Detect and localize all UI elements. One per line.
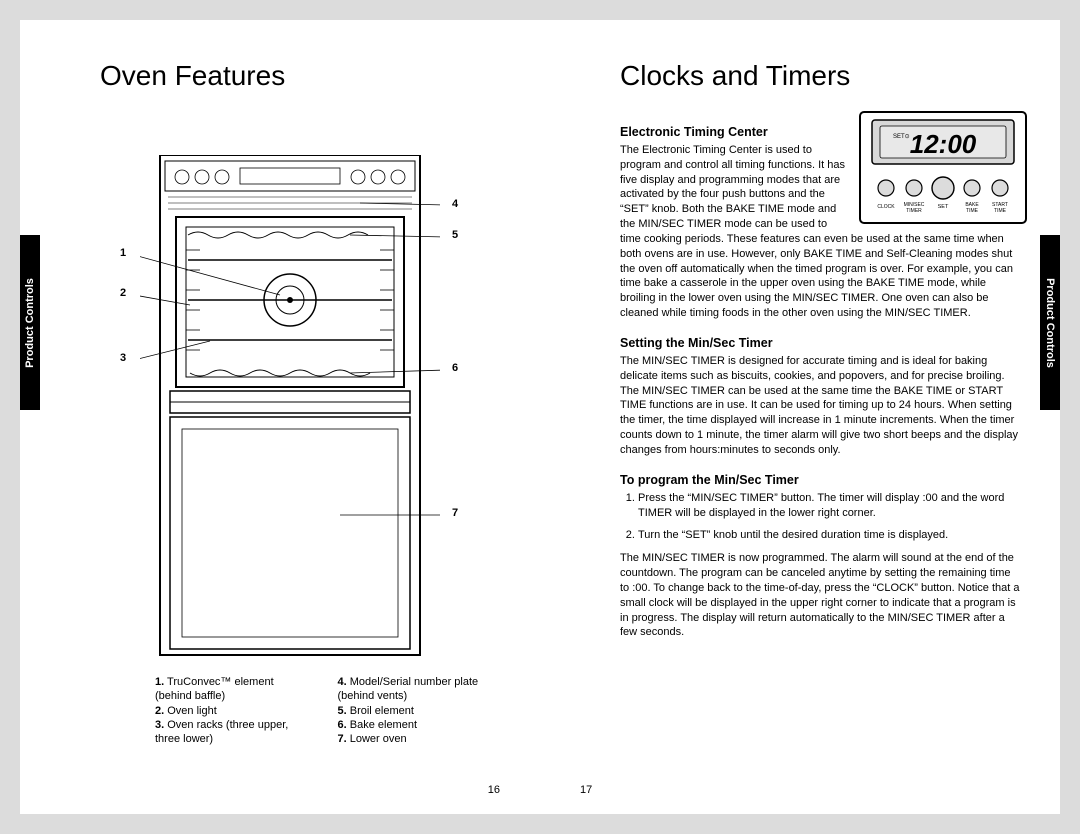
page-title-right: Clocks and Timers xyxy=(620,60,850,92)
side-tab-left: Product Controls xyxy=(20,235,40,410)
legend-item: 6. Bake element xyxy=(338,718,496,732)
legend-col-2: 4. Model/Serial number plate (behind ven… xyxy=(338,675,496,746)
callout-3: 3 xyxy=(120,352,126,364)
oven-diagram: 1 2 3 4 5 6 7 xyxy=(140,155,440,680)
para-min-sec: The MIN/SEC TIMER is designed for accura… xyxy=(620,354,1020,458)
oven-svg xyxy=(140,155,440,675)
page-number-left: 16 xyxy=(488,784,500,796)
etc-time-display: 12:00 xyxy=(910,129,977,159)
page-right: Product Controls Clocks and Timers SET⊙ … xyxy=(540,20,1060,814)
side-tab-label: Product Controls xyxy=(24,278,36,368)
legend-item: 7. Lower oven xyxy=(338,732,496,746)
callout-2: 2 xyxy=(120,287,126,299)
etc-set-small: SET⊙ xyxy=(893,134,910,140)
heading-program: To program the Min/Sec Timer xyxy=(620,472,1020,489)
legend: 1. TruConvec™ element (behind baffle) 2.… xyxy=(155,675,495,746)
etc-btn-label: TIME xyxy=(966,208,979,214)
legend-item: 4. Model/Serial number plate (behind ven… xyxy=(338,675,496,704)
etc-btn-label: CLOCK xyxy=(877,204,895,210)
legend-item: 1. TruConvec™ element (behind baffle) xyxy=(155,675,313,704)
timing-center-svg: SET⊙ 12:00 CLOCK MIN/SEC TIMER SET BAKE … xyxy=(858,110,1028,225)
para-after: The MIN/SEC TIMER is now programmed. The… xyxy=(620,551,1020,640)
program-steps: Press the “MIN/SEC TIMER” button. The ti… xyxy=(638,491,1020,544)
legend-item: 3. Oven racks (three upper, three lower) xyxy=(155,718,313,747)
legend-item: 2. Oven light xyxy=(155,704,313,718)
callout-1: 1 xyxy=(120,247,126,259)
timing-center-graphic: SET⊙ 12:00 CLOCK MIN/SEC TIMER SET BAKE … xyxy=(858,110,1028,225)
callout-4: 4 xyxy=(452,198,458,210)
page-number-right: 17 xyxy=(580,784,592,796)
etc-btn-label: SET xyxy=(938,204,949,210)
legend-col-1: 1. TruConvec™ element (behind baffle) 2.… xyxy=(155,675,313,746)
body-text-right: SET⊙ 12:00 CLOCK MIN/SEC TIMER SET BAKE … xyxy=(620,110,1020,648)
page-left: Product Controls Oven Features xyxy=(20,20,540,814)
etc-btn-label: TIME xyxy=(994,208,1007,214)
side-tab-label: Product Controls xyxy=(1044,278,1056,368)
heading-min-sec: Setting the Min/Sec Timer xyxy=(620,335,1020,352)
etc-btn-label: TIMER xyxy=(906,208,922,214)
legend-item: 5. Broil element xyxy=(338,704,496,718)
callout-6: 6 xyxy=(452,362,458,374)
page-title-left: Oven Features xyxy=(100,60,285,92)
step-2: Turn the “SET” knob until the desired du… xyxy=(638,528,1020,543)
step-1: Press the “MIN/SEC TIMER” button. The ti… xyxy=(638,491,1020,521)
side-tab-right: Product Controls xyxy=(1040,235,1060,410)
callout-5: 5 xyxy=(452,229,458,241)
callout-7: 7 xyxy=(452,507,458,519)
